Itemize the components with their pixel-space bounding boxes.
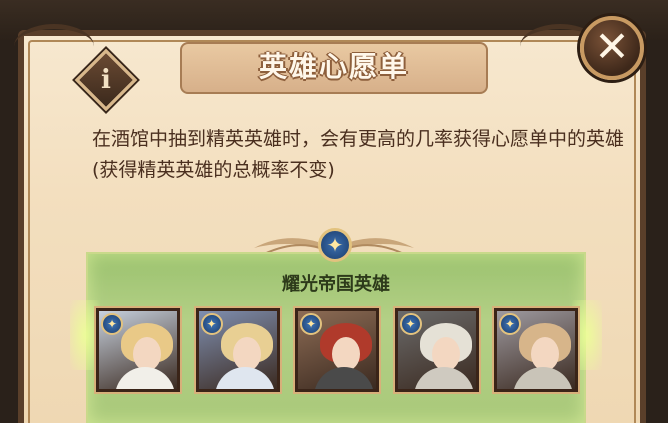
hero-card[interactable]: ✦: [494, 308, 578, 392]
hero-list: ✦ ✦ ✦ ✦ ✦: [96, 308, 578, 394]
hero-card[interactable]: ✦: [394, 308, 479, 392]
hero-face: [531, 337, 559, 371]
page-title: 英雄心愿单: [258, 50, 409, 83]
faction-badge-icon: ✦: [200, 313, 223, 335]
faction-badge-icon: ✦: [499, 313, 521, 335]
hero-face: [232, 337, 261, 371]
faction-star-icon: ✦: [326, 233, 344, 257]
close-icon[interactable]: ✕: [580, 16, 644, 80]
hero-card[interactable]: ✦: [295, 308, 379, 392]
faction-badge-icon: ✦: [300, 313, 322, 335]
hero-card[interactable]: ✦: [96, 308, 180, 392]
branch-decoration-left: [14, 24, 94, 69]
wishlist-description: 在酒馆中抽到精英英雄时，会有更高的几率获得心愿单中的英雄(获得精英英雄的总概率不…: [92, 128, 625, 181]
info-icon[interactable]: i: [84, 58, 128, 102]
faction-badge-icon: ✦: [101, 313, 123, 335]
hero-face: [332, 337, 360, 371]
hero-card[interactable]: ✦: [195, 308, 280, 392]
hero-face: [431, 337, 460, 371]
hero-face: [133, 337, 161, 371]
faction-badge-icon: ✦: [399, 313, 422, 335]
faction-label: 耀光帝国英雄: [282, 274, 390, 295]
